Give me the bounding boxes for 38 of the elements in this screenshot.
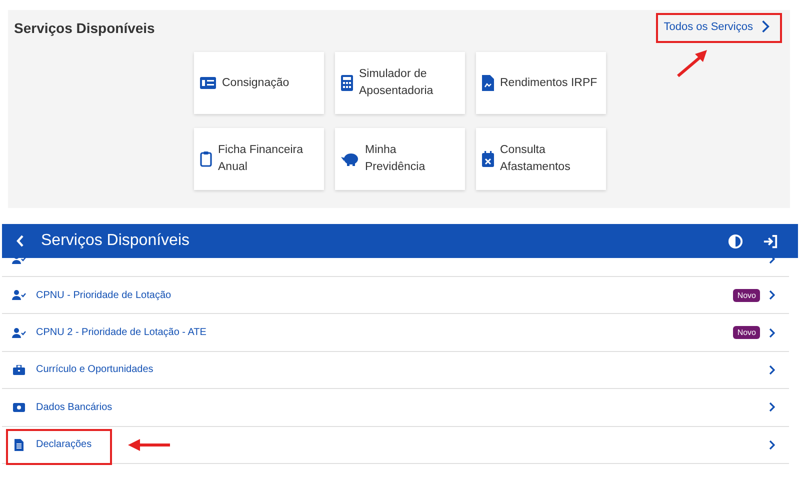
document-icon xyxy=(482,75,494,91)
briefcase-icon xyxy=(12,364,26,375)
service-list-item[interactable]: Declarações xyxy=(12,438,769,451)
back-icon[interactable] xyxy=(16,235,24,247)
service-card[interactable]: Consignação xyxy=(194,52,324,114)
piggy-bank-icon xyxy=(341,152,359,166)
service-card[interactable]: Ficha Financeira Anual xyxy=(194,128,324,190)
service-list-item[interactable]: CPNU 2 - Prioridade de Lotação - ATE xyxy=(12,327,734,338)
service-list-item[interactable]: CPNU - Prioridade de Lotação xyxy=(12,290,734,301)
calculator-icon xyxy=(341,75,353,91)
chevron-right-icon xyxy=(761,20,770,33)
service-card[interactable]: Simulador de Aposentadoria xyxy=(335,52,465,114)
person-check-icon xyxy=(12,290,26,300)
section-title: Serviços Disponíveis xyxy=(14,20,155,36)
person-check-icon xyxy=(12,328,26,338)
chevron-right-icon xyxy=(769,290,775,300)
header-title: Serviços Disponíveis xyxy=(41,232,190,250)
document-icon xyxy=(12,438,26,451)
banknote-icon xyxy=(12,402,26,412)
chevron-right-icon xyxy=(769,364,775,375)
calendar-icon xyxy=(482,151,494,167)
clipboard-icon xyxy=(200,151,212,167)
service-list-item[interactable]: Dados Bancários xyxy=(12,402,769,413)
new-badge: Novo xyxy=(733,326,760,340)
service-card[interactable]: Consulta Afastamentos xyxy=(476,128,606,190)
all-services-link[interactable]: Todos os Serviços xyxy=(660,18,774,35)
login-icon[interactable] xyxy=(763,234,778,248)
service-card[interactable]: Minha Previdência xyxy=(335,128,465,190)
chevron-right-icon xyxy=(769,440,775,450)
service-card[interactable]: Rendimentos IRPF xyxy=(476,52,606,114)
service-list-item[interactable]: Currículo e Oportunidades xyxy=(12,364,769,376)
banknote-icon xyxy=(200,77,216,89)
pointer-arrow xyxy=(128,438,170,451)
new-badge: Novo xyxy=(733,288,760,302)
chevron-right-icon xyxy=(769,328,775,338)
chevron-right-icon xyxy=(769,402,775,412)
contrast-icon[interactable] xyxy=(728,234,743,248)
pointer-arrow xyxy=(676,48,710,78)
